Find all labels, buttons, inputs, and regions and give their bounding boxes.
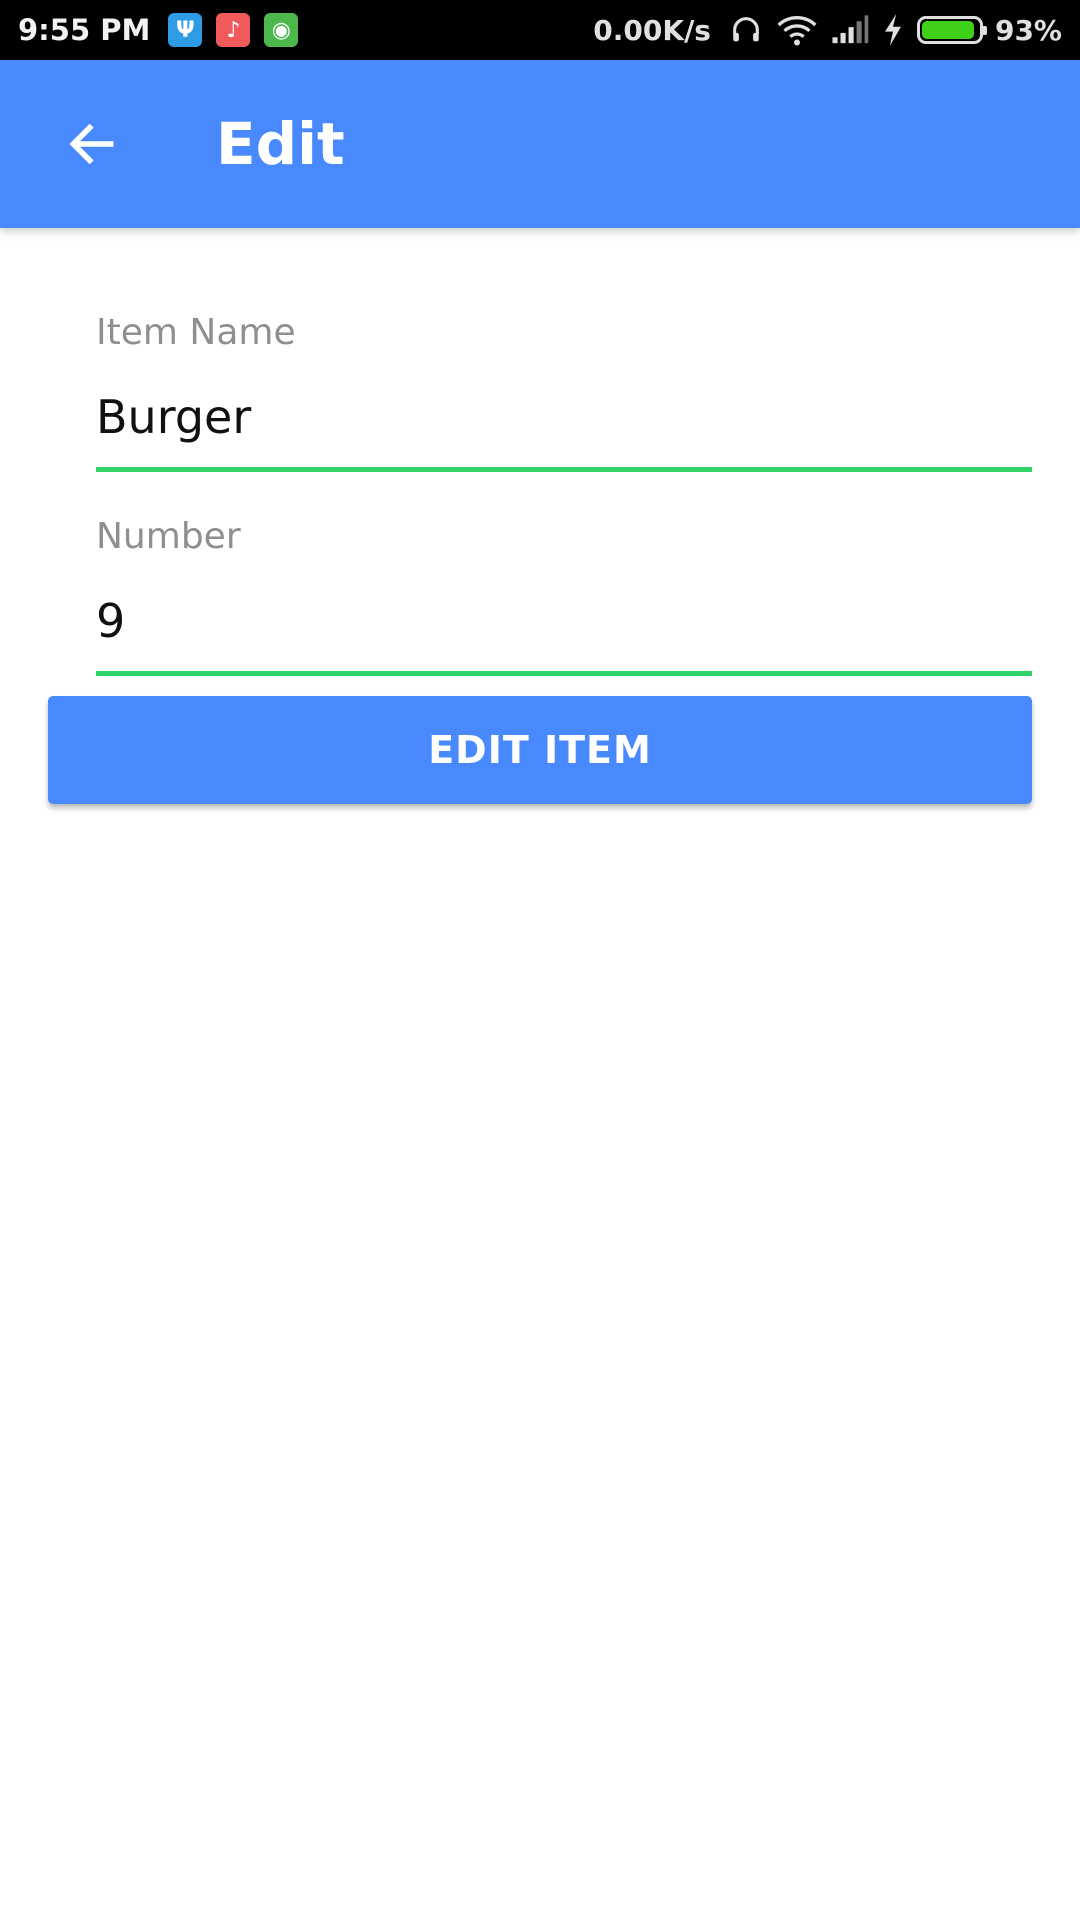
number-underline [96, 671, 1032, 676]
music-icon: ♪ [216, 13, 251, 47]
number-field: Number [96, 516, 1032, 676]
status-time: 9:55 PM [18, 13, 151, 47]
edit-screen: 9:55 PM Ψ ♪ ◉ 0.00K/s 93% Edit Item Name… [0, 0, 1080, 1920]
battery-percent: 93% [994, 13, 1062, 47]
status-bar-left: 9:55 PM Ψ ♪ ◉ [18, 13, 312, 47]
status-bar: 9:55 PM Ψ ♪ ◉ 0.00K/s 93% [0, 0, 1080, 60]
app-bar: Edit [0, 60, 1080, 228]
android-icon: ◉ [264, 13, 299, 47]
network-speed: 0.00K/s [593, 13, 711, 47]
battery-level [921, 21, 975, 39]
number-label: Number [96, 516, 241, 557]
edit-item-button[interactable]: EDIT ITEM [48, 696, 1032, 804]
item-name-input[interactable] [96, 387, 1032, 447]
signal-icon [831, 15, 869, 45]
wifi-icon [777, 13, 817, 47]
charging-icon [883, 14, 903, 46]
back-button[interactable] [62, 114, 122, 174]
status-bar-right: 0.00K/s 93% [593, 13, 1062, 47]
item-name-label: Item Name [96, 312, 296, 353]
usb-icon: Ψ [168, 13, 203, 47]
battery-icon [916, 16, 987, 44]
arrow-left-icon [69, 123, 114, 165]
item-name-field: Item Name [96, 312, 1032, 472]
headset-icon [729, 13, 763, 47]
item-name-underline [96, 467, 1032, 472]
page-title: Edit [216, 110, 345, 178]
number-input[interactable] [96, 591, 1032, 651]
